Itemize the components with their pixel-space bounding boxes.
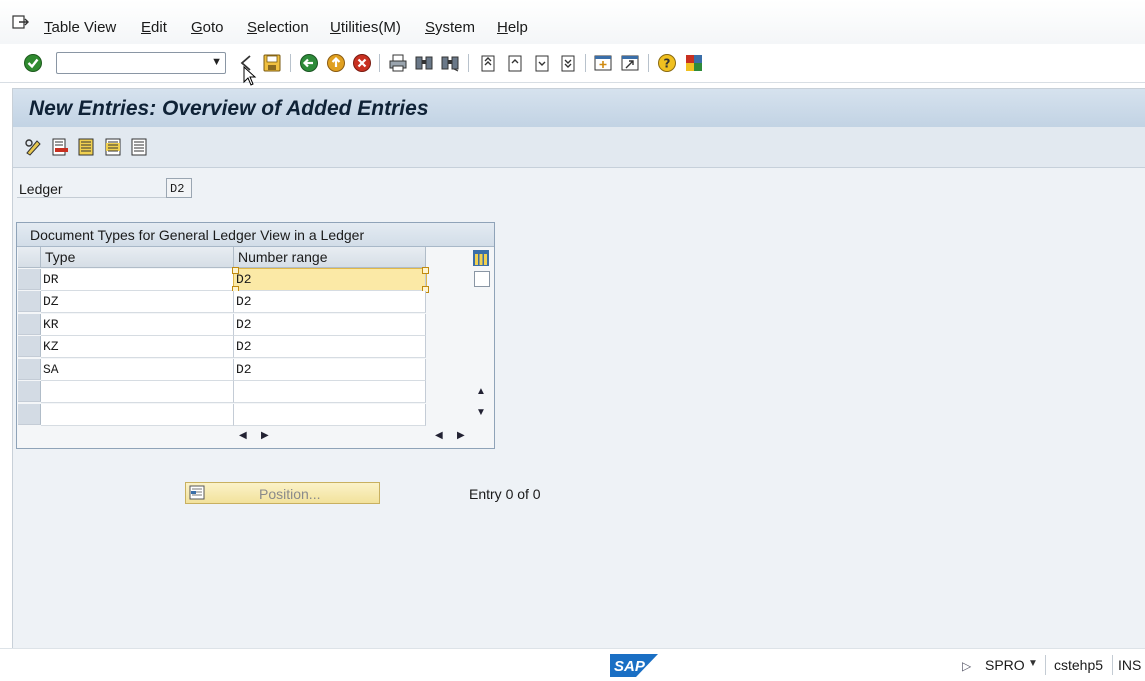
sap-logo: SAP	[610, 654, 658, 677]
cancel-icon[interactable]	[352, 53, 372, 73]
cell-number-range[interactable]: D2	[234, 336, 426, 358]
standard-toolbar: ▼ ?	[0, 44, 1145, 83]
ledger-field: D2	[166, 178, 192, 198]
focus-handle	[422, 267, 429, 274]
table-title: Document Types for General Ledger View i…	[30, 227, 365, 243]
cell-number-range[interactable]	[234, 381, 426, 403]
cell-type[interactable]: KZ	[41, 336, 234, 358]
svg-text:?: ?	[664, 57, 671, 71]
cell-number-range[interactable]	[234, 404, 426, 426]
system-menu-icon[interactable]	[12, 14, 30, 30]
scroll-right-icon[interactable]: ▶	[457, 430, 465, 441]
page-title: New Entries: Overview of Added Entries	[29, 97, 429, 120]
scroll-right-icon[interactable]: ▶	[261, 430, 269, 441]
status-bar: SAP ▷ SPRO ▼ cstehp5 INS	[0, 648, 1145, 681]
menu-goto[interactable]: Goto	[191, 19, 224, 36]
cell-type[interactable]	[41, 404, 234, 426]
cell-type[interactable]: KR	[41, 314, 234, 336]
chevron-down-icon[interactable]: ▼	[211, 56, 222, 68]
scroll-up-icon[interactable]: ▲	[476, 386, 486, 397]
cell-number-range[interactable]: D2	[234, 359, 426, 381]
scroll-left-icon[interactable]: ◀	[239, 430, 247, 441]
cell-type[interactable]: SA	[41, 359, 234, 381]
column-header-type[interactable]: Type	[41, 247, 234, 268]
customize-layout-icon[interactable]	[684, 53, 704, 73]
back-icon[interactable]	[299, 53, 319, 73]
previous-page-icon[interactable]	[505, 53, 525, 73]
ledger-label-underline	[17, 197, 167, 198]
row-selector[interactable]	[18, 269, 41, 290]
toolbar-separator	[585, 54, 586, 72]
toolbar-separator	[468, 54, 469, 72]
cell-number-range[interactable]: D2	[234, 291, 426, 313]
command-field[interactable]: ▼	[56, 52, 226, 74]
scroll-down-icon[interactable]: ▼	[476, 407, 486, 418]
menu-selection[interactable]: Selection	[247, 19, 309, 36]
table-title-bar: Document Types for General Ledger View i…	[17, 223, 494, 247]
row-selector[interactable]	[18, 404, 41, 425]
menu-bar: Table View Edit Goto Selection Utilities…	[0, 0, 1145, 44]
cell-number-range[interactable]: D2	[233, 268, 427, 292]
help-icon[interactable]: ?	[657, 53, 677, 73]
table-settings-icon[interactable]	[472, 249, 490, 267]
row-selector[interactable]	[18, 359, 41, 380]
cell-type[interactable]	[41, 381, 234, 403]
entry-counter: Entry 0 of 0	[469, 486, 541, 502]
position-icon	[189, 485, 205, 500]
scroll-left-icon[interactable]: ◀	[435, 430, 443, 441]
title-bar: New Entries: Overview of Added Entries	[13, 89, 1145, 127]
print-icon[interactable]	[388, 53, 408, 73]
display-change-icon[interactable]	[23, 137, 43, 157]
status-divider	[1045, 655, 1046, 675]
svg-text:SAP: SAP	[614, 658, 646, 675]
document-types-table: Document Types for General Ledger View i…	[16, 222, 495, 449]
ledger-label: Ledger	[19, 181, 63, 197]
row-selector[interactable]	[18, 336, 41, 357]
system-transaction: SPRO	[985, 657, 1025, 673]
cell-type[interactable]: DZ	[41, 291, 234, 313]
find-icon[interactable]	[414, 53, 434, 73]
vertical-scrollbar[interactable]: ▲ ▼	[472, 269, 491, 424]
row-selector[interactable]	[18, 291, 41, 312]
main-frame: New Entries: Overview of Added Entries L…	[12, 88, 1145, 649]
menu-help[interactable]: Help	[497, 19, 528, 36]
status-divider	[1112, 655, 1113, 675]
save-icon[interactable]	[262, 53, 282, 73]
mouse-cursor-icon	[243, 66, 257, 86]
insert-mode: INS	[1118, 657, 1142, 673]
column-header-number-range[interactable]: Number range	[234, 247, 426, 268]
server-host: cstehp5	[1054, 657, 1104, 673]
menu-table-view[interactable]: Table View	[44, 19, 116, 36]
select-block-icon[interactable]	[103, 137, 123, 157]
toolbar-separator	[290, 54, 291, 72]
first-page-icon[interactable]	[478, 53, 498, 73]
position-button[interactable]: Position...	[185, 482, 380, 504]
cell-type[interactable]: DR	[41, 269, 234, 291]
scroll-thumb[interactable]	[474, 271, 490, 287]
select-all-rows-button[interactable]	[18, 247, 41, 268]
chevron-down-icon[interactable]: ▼	[1028, 658, 1038, 669]
create-session-icon[interactable]	[593, 53, 613, 73]
enter-icon[interactable]	[23, 53, 43, 73]
focus-handle	[232, 267, 239, 274]
next-page-icon[interactable]	[532, 53, 552, 73]
last-page-icon[interactable]	[558, 53, 578, 73]
cell-number-range[interactable]: D2	[234, 314, 426, 336]
menu-utilities[interactable]: Utilities(M)	[330, 19, 401, 36]
create-shortcut-icon[interactable]	[620, 53, 640, 73]
toolbar-separator	[379, 54, 380, 72]
application-toolbar	[13, 127, 1145, 168]
menu-edit[interactable]: Edit	[141, 19, 167, 36]
exit-icon[interactable]	[326, 53, 346, 73]
position-button-label: Position...	[259, 486, 321, 502]
toolbar-separator	[648, 54, 649, 72]
status-expand-icon[interactable]: ▷	[962, 659, 971, 673]
row-selector[interactable]	[18, 314, 41, 335]
menu-system[interactable]: System	[425, 19, 475, 36]
delete-row-icon[interactable]	[50, 137, 70, 157]
deselect-all-icon[interactable]	[129, 137, 149, 157]
row-selector[interactable]	[18, 381, 41, 402]
select-all-icon[interactable]	[76, 137, 96, 157]
find-next-icon[interactable]	[440, 53, 460, 73]
